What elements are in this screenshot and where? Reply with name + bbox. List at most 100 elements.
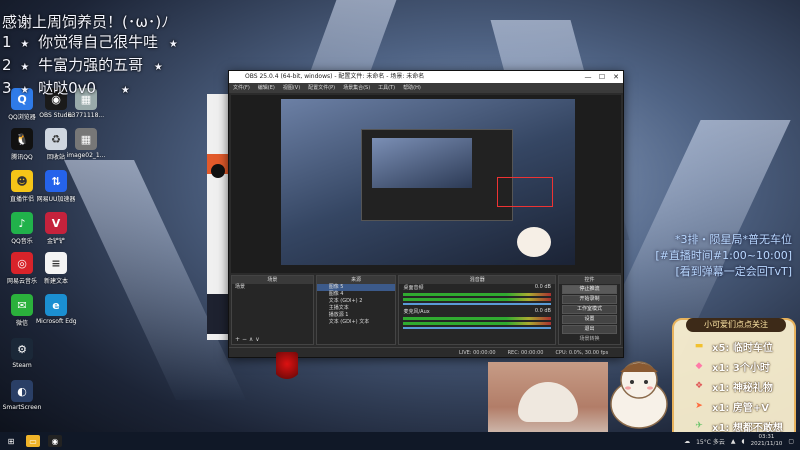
taskbar: ⊞ ▭ ◉ ☁ 15°C 多云 ▲ ◖ 03:31 2021/11/10 ▢ bbox=[0, 432, 800, 450]
audio-meter bbox=[403, 293, 551, 296]
settings-button[interactable]: 设置 bbox=[561, 315, 618, 324]
cpu-status: CPU: 0.0%, 30.00 fps bbox=[555, 350, 609, 356]
menu-profile[interactable]: 配置文件(P) bbox=[308, 83, 335, 93]
tiktok-icon bbox=[211, 164, 225, 178]
image-file-icon-2: ▦ bbox=[75, 128, 97, 150]
add-icon[interactable]: + bbox=[235, 336, 240, 343]
source-item[interactable]: 播放源 1 bbox=[317, 312, 396, 319]
netease-music-icon: ◎ bbox=[11, 252, 33, 274]
thanks-overlay: 感谢上周饲养员！(･ω･)ﾉ 1 ★ 你觉得自己很牛哇 ★ 2 ★ 牛富力强的五… bbox=[2, 12, 178, 101]
desktop-icon[interactable]: ≡ 新建文本 bbox=[36, 252, 76, 285]
desktop-icon[interactable]: ⇅ 网易UU加速器 bbox=[36, 170, 76, 203]
plane-icon: ✈ bbox=[695, 421, 703, 431]
live-companion-icon: ☻ bbox=[11, 170, 33, 192]
audio-meter bbox=[403, 322, 551, 325]
weather-icon[interactable]: ☁ bbox=[684, 438, 690, 445]
selected-source-outline bbox=[497, 177, 553, 207]
thanks-title: 感谢上周饲养员！(･ω･)ﾉ bbox=[2, 13, 169, 31]
mascot-blush bbox=[647, 386, 653, 390]
move-down-icon[interactable]: ∨ bbox=[255, 336, 259, 343]
menu-tools[interactable]: 工具(T) bbox=[378, 83, 395, 93]
sources-dock-title: 来源 bbox=[316, 276, 396, 284]
obs-preview[interactable] bbox=[231, 95, 621, 273]
mascot-sticker bbox=[610, 361, 668, 429]
desktop-icon-label: Microsoft Edge bbox=[36, 318, 76, 325]
star-icon: ★ bbox=[120, 85, 130, 96]
obs-title-bar[interactable]: OBS 25.0.4 (64-bit, windows) - 配置文件: 未命名… bbox=[229, 71, 623, 83]
desktop-icon[interactable]: V 金铲铲 bbox=[36, 212, 76, 245]
volume-icon[interactable]: ◖ bbox=[741, 438, 744, 445]
app-icon: ◐ bbox=[11, 380, 33, 402]
remove-icon[interactable]: − bbox=[242, 336, 247, 343]
thanks-row-2: 2 ★ 牛富力强的五哥 ★ bbox=[2, 56, 163, 74]
gift-panel-title: 小可爱们点点关注 bbox=[686, 318, 786, 332]
gift-row: ◆ x1: 3个小时 bbox=[690, 358, 794, 374]
source-item[interactable]: 文本 (GDI+) 文本 bbox=[317, 319, 396, 326]
menu-file[interactable]: 文件(F) bbox=[233, 83, 250, 93]
clock[interactable]: 03:31 2021/11/10 bbox=[751, 434, 783, 448]
source-item[interactable]: 图像 5 bbox=[316, 284, 396, 291]
obs-taskbar-icon[interactable]: ◉ bbox=[48, 435, 62, 447]
volume-slider[interactable] bbox=[403, 303, 551, 305]
scene-item[interactable]: 场景 bbox=[232, 284, 313, 291]
source-item[interactable]: 主播文本 bbox=[317, 305, 396, 312]
file-explorer-icon[interactable]: ▭ bbox=[26, 435, 40, 447]
menu-edit[interactable]: 编辑(E) bbox=[258, 83, 275, 93]
weather-text[interactable]: 15°C 多云 bbox=[696, 437, 725, 446]
windows-start-icon[interactable]: ⊞ bbox=[4, 435, 18, 447]
obs-menu-bar: 文件(F) 编辑(E) 视图(V) 配置文件(P) 场景集合(S) 工具(T) … bbox=[229, 83, 623, 93]
edge-icon: e bbox=[45, 294, 67, 316]
desktop-icon[interactable]: ◐ SmartScreen bbox=[2, 380, 42, 411]
qq-music-icon: ♪ bbox=[11, 212, 33, 234]
menu-scene-collection[interactable]: 场景集合(S) bbox=[343, 83, 370, 93]
studio-mode-button[interactable]: 工作室模式 bbox=[561, 305, 618, 314]
gift-row-text: x1: 3个小时 bbox=[712, 362, 770, 374]
obs-window[interactable]: OBS 25.0.4 (64-bit, windows) - 配置文件: 未命名… bbox=[228, 70, 624, 358]
stream-info-line: *3排・陨星局*普无车位 bbox=[675, 233, 792, 246]
steam-icon: ⚙ bbox=[11, 338, 33, 360]
desktop-icon-label: 网易UU加速器 bbox=[36, 196, 76, 203]
maximize-icon[interactable]: ☐ bbox=[595, 71, 609, 83]
menu-help[interactable]: 帮助(H) bbox=[403, 83, 421, 93]
exit-button[interactable]: 退出 bbox=[561, 325, 618, 334]
desktop-icon-label: Steam bbox=[12, 362, 32, 369]
network-icon[interactable]: ▲ bbox=[731, 438, 736, 445]
start-recording-button[interactable]: 开始录制 bbox=[561, 295, 618, 304]
qq-penguin-icon: 🐧 bbox=[11, 128, 33, 150]
obs-docks: 场景 场景 + − ∧ ∨ 来源 图像 5 图像 4 文本 (GDI+) 2 主… bbox=[231, 275, 622, 345]
source-item[interactable]: 图像 4 bbox=[317, 291, 396, 298]
mascot-eye bbox=[644, 380, 648, 384]
source-item[interactable]: 文本 (GDI+) 2 bbox=[317, 298, 396, 305]
stream-info-line: [#直播时间#1:00~10:00] bbox=[655, 249, 792, 262]
uu-accelerator-icon: ⇅ bbox=[45, 170, 67, 192]
mascot-thumbnail bbox=[517, 227, 551, 257]
close-icon[interactable]: ✕ bbox=[609, 71, 623, 83]
gift-row: ❖ x1: 神秘礼物 bbox=[690, 378, 794, 394]
stream-info: *3排・陨星局*普无车位 [#直播时间#1:00~10:00] [看到弹幕一定会… bbox=[655, 232, 792, 280]
audio-meter bbox=[403, 298, 551, 301]
clock-date: 2021/11/10 bbox=[750, 441, 783, 447]
desktop-icon[interactable]: ⚙ Steam bbox=[2, 338, 42, 369]
desktop-icon[interactable]: ▦ image02_1... bbox=[66, 128, 106, 159]
thanks-row-1: 1 ★ 你觉得自己很牛哇 ★ bbox=[2, 33, 178, 51]
controls-dock-title: 控件 bbox=[558, 276, 621, 284]
menu-view[interactable]: 视图(V) bbox=[283, 83, 300, 93]
gold-bar-icon: ▬ bbox=[694, 341, 704, 351]
move-up-icon[interactable]: ∧ bbox=[249, 336, 253, 343]
star-icon: ★ bbox=[20, 62, 30, 73]
text-file-icon: ≡ bbox=[45, 252, 67, 274]
star-icon: ★ bbox=[153, 62, 163, 73]
volume-slider[interactable] bbox=[403, 327, 551, 329]
valorant-icon: V bbox=[45, 212, 67, 234]
desktop-icon-label: 63771118... bbox=[67, 112, 105, 119]
star-icon: ★ bbox=[168, 39, 178, 50]
spiderman-figure bbox=[276, 352, 298, 382]
gift-row-text: x1: 神秘礼物 bbox=[712, 382, 773, 394]
stop-streaming-button[interactable]: 停止推流 bbox=[561, 285, 618, 294]
minimize-icon[interactable]: — bbox=[581, 71, 595, 83]
notification-icon[interactable]: ▢ bbox=[788, 438, 794, 445]
transitions-tab[interactable]: 场景转换 bbox=[559, 335, 620, 342]
desktop-icon-label: image02_1... bbox=[66, 152, 106, 159]
mixer-track: 桌面音频 0.0 dB bbox=[403, 284, 551, 291]
desktop-icon[interactable]: e Microsoft Edge bbox=[36, 294, 76, 325]
